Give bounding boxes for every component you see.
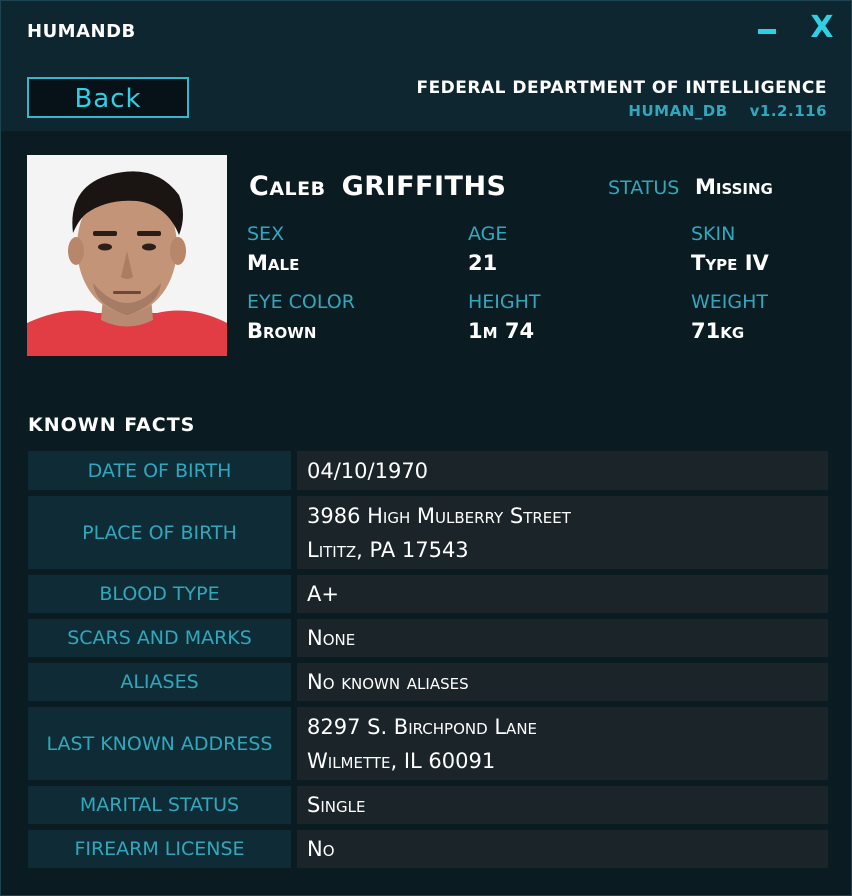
back-button[interactable]: Back: [27, 77, 189, 118]
row-value: 04/10/1970: [297, 451, 828, 490]
row-label: BLOOD TYPE: [28, 575, 291, 613]
row-label: SCARS AND MARKS: [28, 619, 291, 657]
row-label: LAST KNOWN ADDRESS: [28, 707, 291, 780]
first-name: Caleb: [249, 171, 326, 202]
eye-color-label: EYE COLOR: [247, 291, 355, 313]
skin-label: SKIN: [691, 223, 736, 245]
sex-value: Male: [247, 251, 300, 275]
table-row: LAST KNOWN ADDRESS 8297 S. Birchpond Lan…: [28, 707, 828, 780]
table-row: ALIASES No known aliases: [28, 663, 828, 701]
row-label: MARITAL STATUS: [28, 786, 291, 824]
table-row: SCARS AND MARKS None: [28, 619, 828, 657]
last-name: GRIFFITHS: [341, 171, 507, 202]
close-icon[interactable]: X: [807, 11, 837, 45]
weight-value: 71kg: [691, 319, 745, 343]
value-line-1: No known aliases: [307, 670, 469, 694]
skin-value: Type IV: [691, 251, 769, 275]
weight-label: WEIGHT: [691, 291, 769, 313]
height-value: 1m 74: [468, 319, 535, 343]
row-value: 3986 High Mulberry Street Lititz, PA 175…: [297, 496, 828, 569]
age-value: 21: [468, 251, 498, 275]
humandb-window: HUMANDB X Back FEDERAL DEPARTMENT OF INT…: [0, 0, 852, 896]
table-row: FIREARM LICENSE No: [28, 830, 828, 868]
sex-label: SEX: [247, 223, 285, 245]
title-bar: HUMANDB X: [1, 1, 851, 63]
version-label: v1.2.116: [749, 102, 827, 120]
minimize-icon[interactable]: [758, 29, 776, 34]
row-label: ALIASES: [28, 663, 291, 701]
table-row: PLACE OF BIRTH 3986 High Mulberry Street…: [28, 496, 828, 569]
value-line-1: A+: [307, 582, 339, 606]
table-row: MARITAL STATUS Single: [28, 786, 828, 824]
row-value: No known aliases: [297, 663, 828, 701]
value-line-1: None: [307, 626, 356, 650]
db-name: HUMAN_DB: [628, 102, 728, 120]
db-version-line: HUMAN_DB v1.2.116: [628, 102, 827, 120]
row-label: PLACE OF BIRTH: [28, 496, 291, 569]
row-value: A+: [297, 575, 828, 613]
value-line-2: Lititz, PA 17543: [307, 537, 469, 562]
value-line-1: 3986 High Mulberry Street: [307, 503, 571, 528]
value-line-1: 04/10/1970: [307, 458, 429, 483]
status-value: Missing: [695, 175, 773, 199]
value-line-2: Wilmette, IL 60091: [307, 748, 496, 773]
app-title: HUMANDB: [27, 21, 136, 42]
known-facts-title: KNOWN FACTS: [28, 414, 196, 436]
row-value: Single: [297, 786, 828, 824]
row-label: FIREARM LICENSE: [28, 830, 291, 868]
table-row: DATE OF BIRTH 04/10/1970: [28, 451, 828, 490]
subject-name: Caleb GRIFFITHS: [249, 171, 507, 202]
eye-color-value: Brown: [247, 319, 317, 343]
row-value: No: [297, 830, 828, 868]
profile-photo: [27, 155, 227, 356]
value-line-1: Single: [307, 793, 366, 817]
status-label: STATUS: [608, 177, 680, 199]
value-line-1: No: [307, 837, 335, 861]
row-label: DATE OF BIRTH: [28, 451, 291, 490]
row-value: 8297 S. Birchpond Lane Wilmette, IL 6009…: [297, 707, 828, 780]
height-label: HEIGHT: [468, 291, 541, 313]
table-row: BLOOD TYPE A+: [28, 575, 828, 613]
department-title: FEDERAL DEPARTMENT OF INTELLIGENCE: [416, 78, 827, 98]
age-label: AGE: [468, 223, 508, 245]
person-portrait-icon: [27, 155, 227, 356]
row-value: None: [297, 619, 828, 657]
value-line-1: 8297 S. Birchpond Lane: [307, 714, 538, 739]
